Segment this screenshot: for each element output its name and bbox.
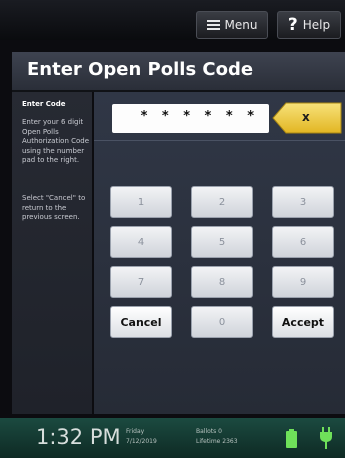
code-input[interactable]: * * * * * *	[112, 104, 269, 133]
date-label: 7/12/2019	[126, 438, 157, 445]
instruction-text: Enter your 6 digit Open Polls Authorizat…	[22, 118, 90, 164]
key-8[interactable]: 8	[191, 266, 253, 298]
key-2-label: 2	[218, 196, 226, 208]
instruction-panel: Enter Code Enter your 6 digit Open Polls…	[12, 92, 92, 414]
code-value: * * * * * *	[140, 109, 259, 124]
divider	[94, 140, 345, 141]
cancel-button[interactable]: Cancel	[110, 306, 172, 338]
page-title: Enter Open Polls Code	[27, 59, 254, 80]
accept-button[interactable]: Accept	[272, 306, 334, 338]
key-4-label: 4	[137, 236, 145, 248]
help-icon: ?	[287, 15, 298, 35]
key-3[interactable]: 3	[272, 186, 334, 218]
key-6[interactable]: 6	[272, 226, 334, 258]
power-plug-icon	[320, 427, 332, 449]
screen: Menu ? Help Enter Open Polls Code Enter …	[0, 0, 345, 458]
key-3-label: 3	[299, 196, 307, 208]
menu-icon	[206, 20, 220, 30]
key-9-label: 9	[299, 276, 307, 288]
menu-button[interactable]: Menu	[196, 11, 268, 39]
key-0[interactable]: 0	[191, 306, 253, 338]
title-bar: Enter Open Polls Code	[12, 52, 345, 92]
help-button[interactable]: ? Help	[277, 11, 341, 39]
key-9[interactable]: 9	[272, 266, 334, 298]
key-2[interactable]: 2	[191, 186, 253, 218]
clear-button[interactable]: x	[272, 102, 342, 134]
key-1[interactable]: 1	[110, 186, 172, 218]
key-7[interactable]: 7	[110, 266, 172, 298]
key-7-label: 7	[137, 276, 145, 288]
cancel-instruction-text: Select "Cancel" to return to the previou…	[22, 194, 86, 221]
key-5-label: 5	[218, 236, 226, 248]
key-5[interactable]: 5	[191, 226, 253, 258]
cancel-label: Cancel	[120, 315, 162, 329]
lifetime-count: Lifetime 2363	[196, 438, 238, 445]
accept-label: Accept	[281, 315, 325, 329]
key-0-label: 0	[218, 316, 226, 328]
ballot-count: Ballots 0	[196, 428, 223, 435]
help-label: Help	[302, 18, 331, 32]
key-4[interactable]: 4	[110, 226, 172, 258]
status-bar: 1:32 PM Friday 7/12/2019 Ballots 0 Lifet…	[0, 418, 345, 458]
clear-label: x	[302, 110, 310, 124]
key-6-label: 6	[299, 236, 307, 248]
key-8-label: 8	[218, 276, 226, 288]
clock: 1:32 PM	[36, 425, 121, 449]
top-bar: Menu ? Help	[0, 0, 345, 40]
battery-icon	[286, 429, 297, 448]
key-1-label: 1	[137, 196, 145, 208]
day-label: Friday	[126, 428, 145, 435]
menu-label: Menu	[224, 18, 258, 32]
instruction-heading: Enter Code	[22, 100, 66, 108]
